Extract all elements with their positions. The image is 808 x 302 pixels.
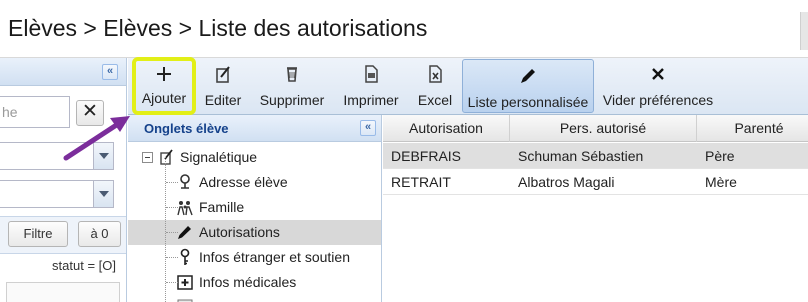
tree-item-label: Famille (199, 199, 245, 215)
folder-icon (177, 299, 193, 302)
close-icon (652, 68, 664, 80)
column-header-autorisation[interactable]: Autorisation (383, 115, 510, 142)
student-tabs-title: Onglets élève (144, 121, 229, 136)
map-pin-icon (180, 174, 190, 189)
add-button-label: Ajouter (141, 90, 187, 106)
tree-connector-line (166, 182, 178, 183)
pdf-document-icon (365, 65, 378, 83)
search-input[interactable]: he (0, 96, 70, 128)
excel-button[interactable]: Excel (412, 58, 458, 114)
cell-personne: Albatros Magali (518, 174, 615, 190)
print-button[interactable]: Imprimer (338, 58, 404, 114)
cell-autorisation: DEBFRAIS (391, 148, 462, 164)
chevron-down-icon[interactable] (93, 143, 113, 169)
tree-item-label: Adresse élève (199, 174, 288, 190)
cell-parente: Mère (705, 174, 737, 190)
window-scrollbar[interactable] (800, 12, 808, 50)
tree-node-label: Signalétique (180, 149, 258, 165)
tree-connector-line (166, 282, 178, 283)
edit-button[interactable]: Editer (200, 58, 246, 114)
cell-personne: Schuman Sébastien (518, 148, 644, 164)
excel-button-label: Excel (417, 92, 453, 108)
add-button[interactable]: Ajouter (132, 57, 196, 115)
student-tabs-panel: Onglets élève « Signalétique Adresse élè… (128, 115, 382, 302)
status-filter-text: statut = [O] (52, 258, 116, 273)
filter-button[interactable]: Filtre (8, 221, 68, 247)
edit-icon (216, 66, 230, 83)
pencil-icon (521, 69, 535, 83)
filter-panel: « he ✕ Filtre à 0 statut = [O] (0, 58, 127, 302)
family-icon (177, 201, 193, 216)
clear-search-button[interactable]: ✕ (76, 100, 104, 126)
tree-connector-line (165, 157, 166, 302)
edit-button-label: Editer (204, 92, 242, 108)
toolbar: Ajouter Editer Supprimer Imprimer Excel (128, 57, 808, 115)
chevron-down-icon[interactable] (93, 181, 113, 207)
plus-icon (157, 67, 171, 81)
custom-list-button-label: Liste personnalisée (467, 94, 589, 110)
filter-button-bar: Filtre à 0 (0, 216, 126, 254)
clear-preferences-button[interactable]: Vider préférences (600, 58, 716, 114)
cell-autorisation: RETRAIT (391, 174, 451, 190)
collapse-node-icon[interactable] (142, 152, 153, 163)
tree-connector-line (166, 257, 178, 258)
collapse-tabs-panel-button[interactable]: « (360, 120, 376, 136)
student-tabs-header: Onglets élève « (128, 115, 381, 142)
medical-icon (177, 275, 193, 290)
delete-button-label: Supprimer (259, 92, 325, 108)
table-row[interactable]: RETRAIT Albatros Magali Mère (383, 169, 808, 195)
clear-preferences-button-label: Vider préférences (602, 92, 714, 108)
tree-item-label: Infos étranger et soutien (199, 249, 350, 265)
grid-header: Autorisation Pers. autorisé Parenté (383, 115, 808, 142)
print-button-label: Imprimer (343, 92, 399, 108)
filter-combo-1[interactable] (0, 142, 114, 170)
key-icon (180, 248, 190, 265)
cell-parente: Père (705, 148, 735, 164)
delete-button[interactable]: Supprimer (254, 58, 330, 114)
collapse-filter-panel-button[interactable]: « (102, 64, 118, 80)
custom-list-button[interactable]: Liste personnalisée (462, 59, 594, 113)
filter-list-box[interactable] (6, 282, 120, 302)
tree-connector-line (166, 207, 178, 208)
filter-panel-header: « (0, 58, 126, 86)
filter-combo-2[interactable] (0, 180, 114, 208)
page-header: Elèves > Elèves > Liste des autorisation… (0, 0, 808, 58)
table-row[interactable]: DEBFRAIS Schuman Sébastien Père (383, 143, 808, 169)
excel-icon (429, 65, 442, 83)
authorizations-grid: Autorisation Pers. autorisé Parenté DEBF… (383, 115, 808, 302)
pencil-icon (178, 226, 191, 239)
page-title: Elèves > Elèves > Liste des autorisation… (8, 15, 428, 41)
column-header-personne[interactable]: Pers. autorisé (510, 115, 697, 142)
trash-icon (287, 67, 297, 82)
tree-connector-line (166, 232, 178, 233)
column-header-parente[interactable]: Parenté (697, 115, 808, 142)
tree-item-label: Autorisations (199, 224, 280, 240)
reset-button[interactable]: à 0 (78, 221, 121, 247)
tree-item-label: Infos médicales (199, 274, 297, 290)
edit-icon (160, 149, 173, 165)
